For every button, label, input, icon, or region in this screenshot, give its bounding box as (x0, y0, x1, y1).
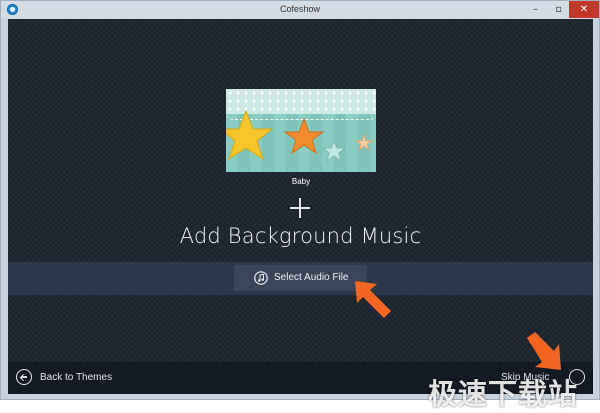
close-button[interactable]: ✕ (569, 1, 599, 18)
peach-star-icon (354, 133, 374, 152)
audio-bar: Select Audio File (8, 262, 593, 295)
music-note-icon (254, 271, 268, 285)
arrow-left-circle-icon (16, 369, 32, 385)
select-audio-label: Select Audio File (274, 272, 349, 283)
yellow-star-icon (226, 109, 274, 161)
theme-thumbnail[interactable] (226, 89, 376, 172)
back-to-themes-button[interactable]: Back to Themes (16, 369, 136, 387)
watermark-logo: 极速下载站 (428, 377, 579, 411)
add-music-heading: Add Background Music (179, 224, 422, 248)
orange-arrow-icon (355, 281, 391, 318)
main-content: Baby Add Background Music Select Audio F… (8, 19, 593, 411)
orange-star-icon (283, 117, 325, 155)
maximize-button[interactable]: ▫ (546, 1, 571, 18)
title-bar[interactable]: Cofeshow – ▫ ✕ (1, 1, 599, 19)
theme-name: Baby (291, 177, 311, 186)
window-title: Cofeshow (279, 4, 321, 14)
minimize-button[interactable]: – (523, 1, 548, 18)
back-to-themes-label: Back to Themes (40, 372, 113, 383)
select-audio-button[interactable]: Select Audio File (234, 265, 367, 291)
thumbnail-stars (226, 109, 374, 163)
plus-icon[interactable] (290, 198, 310, 218)
teal-star-icon (321, 139, 347, 163)
orange-arrow-icon-2 (527, 332, 561, 370)
app-window: Cofeshow – ▫ ✕ Baby Add Background Music (0, 0, 600, 411)
